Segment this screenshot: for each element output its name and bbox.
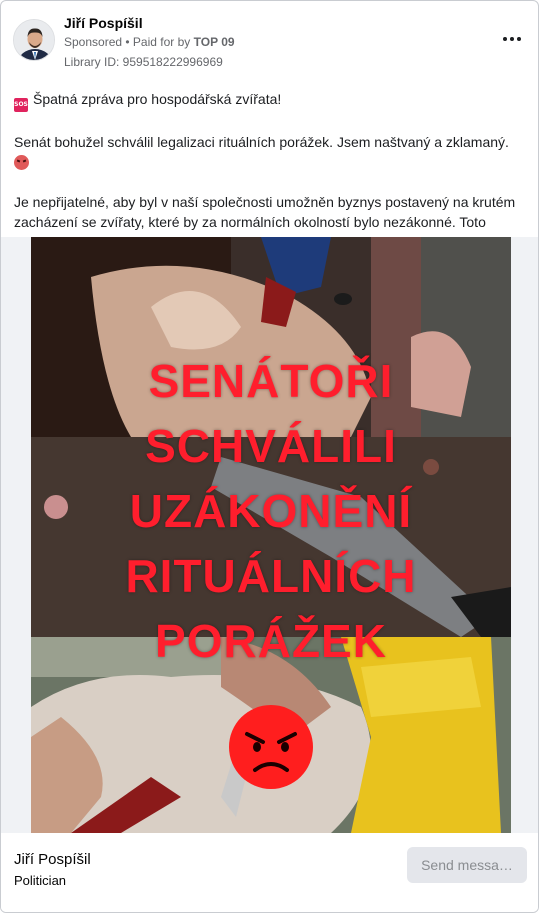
paid-for-prefix: • Paid for by bbox=[122, 35, 194, 49]
library-id: Library ID: 959518222996969 bbox=[64, 55, 223, 69]
author-avatar[interactable] bbox=[13, 19, 55, 61]
ad-media[interactable]: SENÁTOŘI SCHVÁLILI UZÁKONĚNÍ RITUÁLNÍCH … bbox=[1, 237, 538, 833]
send-message-button[interactable]: Send messa… bbox=[407, 847, 527, 883]
angry-face-emoji-icon bbox=[14, 155, 29, 170]
headline-line: RITUÁLNÍCH bbox=[125, 550, 417, 602]
sponsor-name[interactable]: TOP 09 bbox=[194, 35, 235, 49]
sponsored-line: Sponsored • Paid for by TOP 09 bbox=[64, 35, 235, 49]
page-name[interactable]: Jiří Pospíšil bbox=[14, 851, 91, 868]
post-header: Jiří Pospíšil Sponsored • Paid for by TO… bbox=[13, 13, 526, 73]
ad-footer: Jiří Pospíšil Politician Send messa… bbox=[1, 833, 538, 912]
sponsored-label: Sponsored bbox=[64, 35, 123, 49]
sos-emoji-icon: SOS bbox=[14, 98, 28, 112]
body-line-2-text: Senát bohužel schválil legalizaci rituál… bbox=[14, 134, 509, 150]
ad-card: Jiří Pospíšil Sponsored • Paid for by TO… bbox=[0, 0, 539, 913]
body-line-3[interactable]: Je nepřijatelné, aby byl v naší společno… bbox=[14, 192, 530, 232]
author-name[interactable]: Jiří Pospíšil bbox=[64, 15, 143, 31]
profile-photo-icon bbox=[14, 20, 54, 60]
headline-line: SENÁTOŘI bbox=[148, 355, 394, 407]
headline-line: PORÁŽEK bbox=[155, 615, 387, 667]
body-line-1: SOS Špatná zpráva pro hospodářská zvířata… bbox=[14, 89, 530, 112]
headline-line: SCHVÁLILI bbox=[145, 420, 397, 472]
more-options-icon[interactable] bbox=[498, 29, 526, 49]
body-line-2: Senát bohužel schválil legalizaci rituál… bbox=[14, 132, 530, 172]
post-body: SOS Špatná zpráva pro hospodářská zvířata… bbox=[14, 89, 530, 232]
body-line-1-text: Špatná zpráva pro hospodářská zvířata! bbox=[33, 91, 282, 107]
ad-headline: SENÁTOŘI SCHVÁLILI UZÁKONĚNÍ RITUÁLNÍCH … bbox=[31, 349, 511, 674]
page-category: Politician bbox=[14, 873, 67, 888]
headline-line: UZÁKONĚNÍ bbox=[129, 485, 413, 537]
angry-face-icon bbox=[229, 705, 313, 789]
ad-creative-image: SENÁTOŘI SCHVÁLILI UZÁKONĚNÍ RITUÁLNÍCH … bbox=[31, 237, 511, 833]
